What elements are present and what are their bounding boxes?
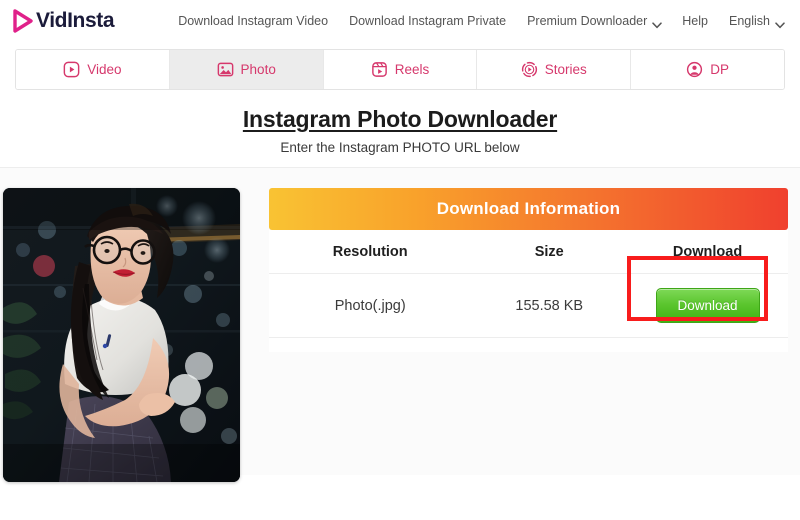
nav-item-premium-downloader[interactable]: Premium Downloader: [527, 14, 663, 29]
image-picture-icon: [217, 61, 234, 78]
tab-label: Reels: [394, 62, 430, 77]
tab-label: Stories: [544, 62, 587, 77]
stories-ring-icon: [521, 61, 538, 78]
cell-download: Download: [627, 256, 788, 323]
download-information-banner: Download Information: [269, 188, 788, 230]
tab-photo[interactable]: Photo: [169, 50, 324, 89]
nav-label: Premium Downloader: [527, 14, 648, 28]
page-title: Instagram Photo Downloader: [242, 106, 558, 132]
reels-clapper-icon: [371, 61, 388, 78]
site-logo[interactable]: VidInsta: [12, 9, 115, 33]
play-triangle-icon: [12, 9, 34, 33]
nav-item-help[interactable]: Help: [682, 14, 708, 28]
tab-reels[interactable]: Reels: [323, 50, 478, 89]
video-play-box-icon: [63, 61, 80, 78]
column-header-download: Download: [672, 243, 743, 260]
table-row: Photo(.jpg) 155.58 KB Download: [269, 256, 788, 338]
page-subtitle: Enter the Instagram PHOTO URL below: [280, 140, 520, 155]
media-type-tabbar: Video Photo Reels Stories DP: [15, 49, 785, 90]
download-button-wrapper: Download: [627, 256, 769, 323]
column-header-size: Size: [534, 243, 564, 260]
tab-label: Video: [87, 62, 122, 77]
tab-video[interactable]: Video: [16, 50, 170, 89]
download-table: Resolution Size Download Photo(.jpg) 155…: [269, 230, 788, 352]
nav-label: English: [729, 14, 770, 28]
result-section: Download Information Resolution Size Dow…: [0, 168, 800, 482]
cell-resolution: Photo(.jpg): [334, 297, 406, 314]
tab-dp[interactable]: DP: [631, 50, 784, 89]
nav-label: Help: [682, 14, 708, 28]
download-info-panel: Download Information Resolution Size Dow…: [269, 188, 790, 475]
media-thumbnail[interactable]: [3, 188, 240, 482]
chevron-down-icon: [652, 18, 663, 29]
nav-label: Download Instagram Private: [349, 14, 507, 28]
table-header-row: Resolution Size Download: [269, 230, 788, 274]
user-circle-icon: [686, 61, 703, 78]
nav-label: Download Instagram Video: [178, 14, 329, 28]
main-navigation: Download Instagram Video Download Instag…: [178, 14, 785, 29]
tab-label: Photo: [240, 62, 276, 77]
site-header: VidInsta Download Instagram Video Downlo…: [0, 0, 800, 42]
download-button[interactable]: Download: [655, 288, 760, 323]
tab-label: DP: [710, 62, 729, 77]
nav-item-download-instagram-video[interactable]: Download Instagram Video: [178, 14, 328, 28]
logo-text: VidInsta: [36, 9, 115, 32]
page-title-block: Instagram Photo Downloader Enter the Ins…: [0, 90, 800, 168]
nav-item-language-english[interactable]: English: [729, 14, 785, 29]
media-type-tabbar-wrapper: Video Photo Reels Stories DP: [0, 42, 800, 90]
tab-stories[interactable]: Stories: [477, 50, 632, 89]
table-footer-spacer: [269, 338, 788, 352]
cell-size: 155.58 KB: [515, 297, 584, 314]
column-header-resolution: Resolution: [332, 243, 408, 260]
nav-item-download-instagram-private[interactable]: Download Instagram Private: [349, 14, 506, 28]
chevron-down-icon: [775, 18, 785, 29]
